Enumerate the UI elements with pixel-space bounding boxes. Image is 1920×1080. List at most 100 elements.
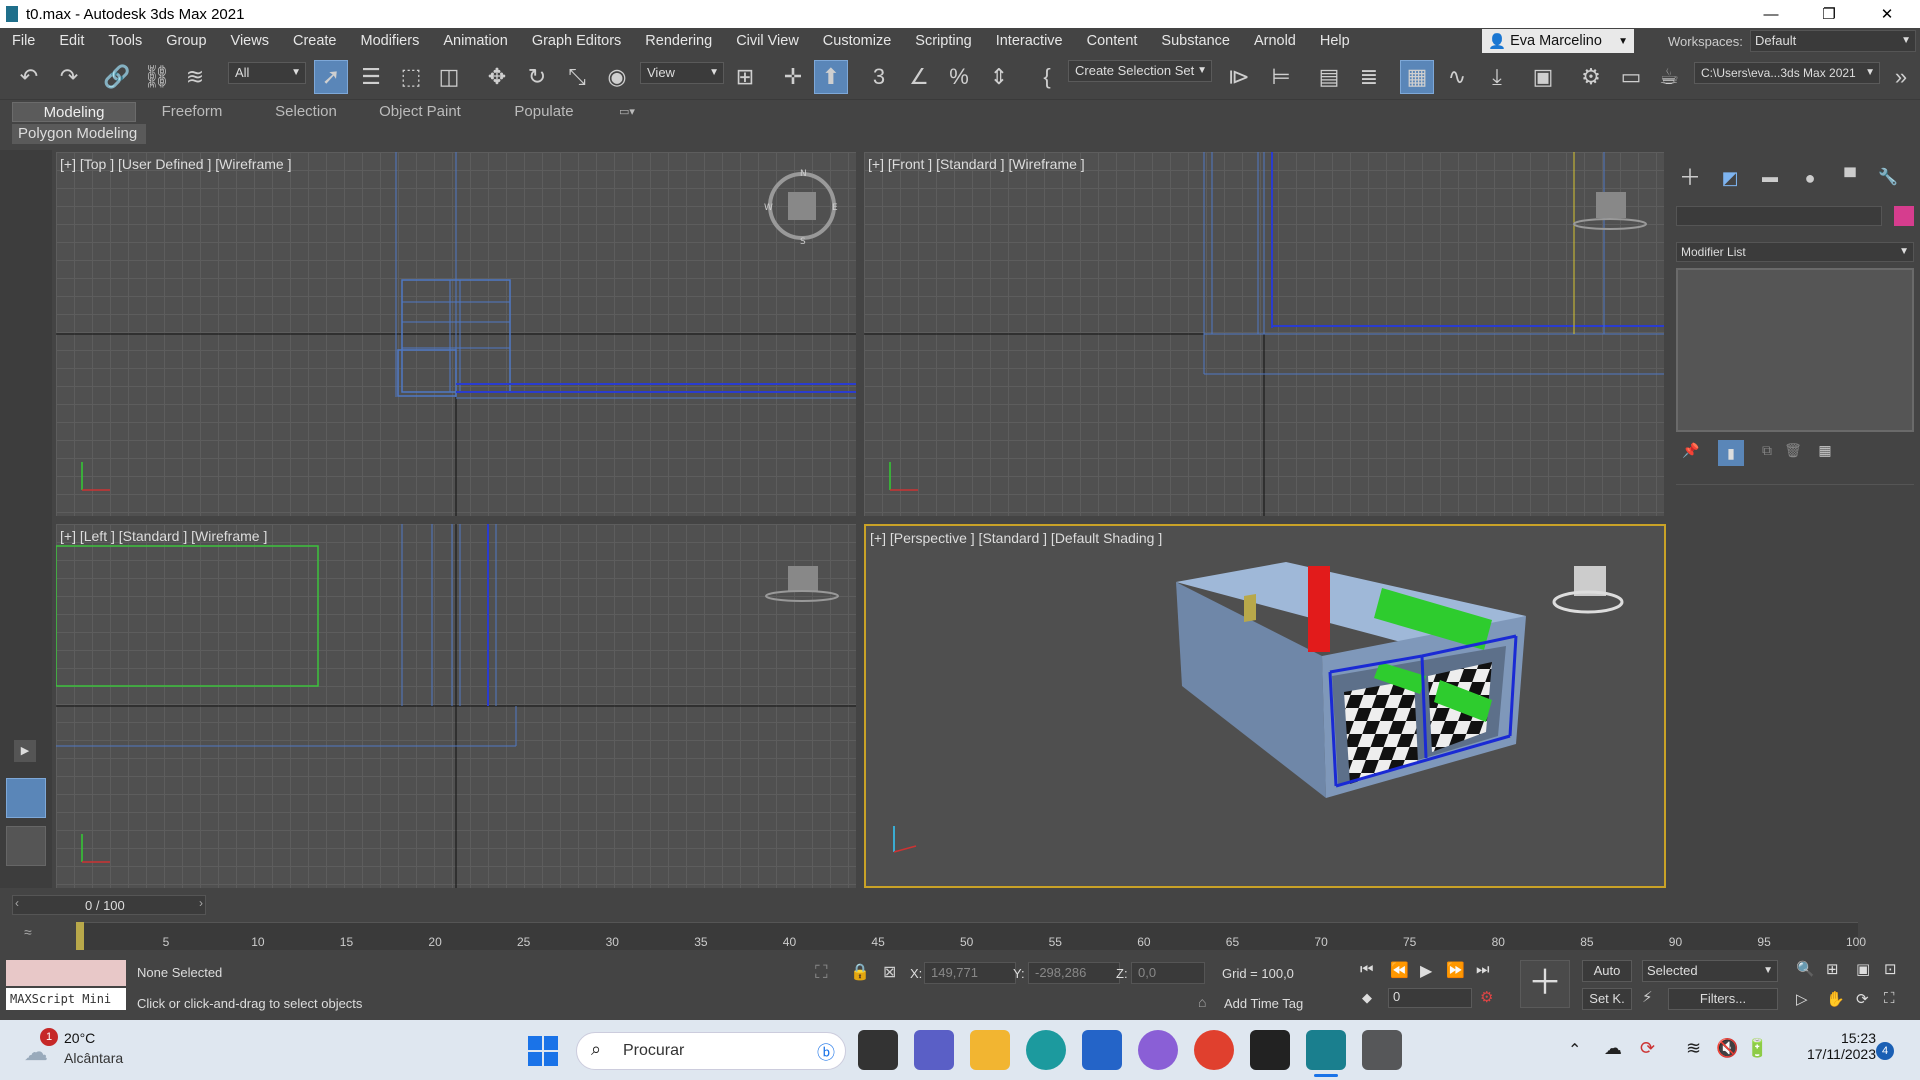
scale-icon[interactable]: ⤡ [560,60,594,94]
menu-rendering[interactable]: Rendering [633,28,724,54]
menu-interactive[interactable]: Interactive [984,28,1075,54]
rotate-icon[interactable]: ↻ [520,60,554,94]
selection-filter-dropdown[interactable]: All ▼ [228,62,306,84]
make-unique-icon[interactable]: ⧉ [1756,442,1778,464]
taskbar-search[interactable]: ⌕ Procurar ⓑ [576,1032,846,1070]
polygon-modeling-panel[interactable]: Polygon Modeling [12,124,146,144]
tab-object-paint[interactable]: Object Paint [364,102,476,122]
start-button[interactable] [528,1036,558,1066]
time-slider[interactable]: ‹ 0 / 100 › [12,895,206,915]
pan-icon[interactable]: ✋ [1826,990,1845,1008]
menu-help[interactable]: Help [1308,28,1362,54]
align-icon[interactable]: ⊨ [1264,60,1298,94]
next-frame-icon[interactable]: ⏩ [1446,961,1465,979]
rectangular-selection-icon[interactable]: ⬚ [394,60,428,94]
chrome-icon[interactable] [1194,1030,1234,1070]
window-crossing-icon[interactable]: ◫ [432,60,466,94]
viewport-layout-single-icon[interactable] [6,826,46,866]
time-slider-next-icon[interactable]: › [199,896,203,910]
render-production-icon[interactable]: ☕ [1652,60,1686,94]
minimize-button[interactable]: — [1742,0,1800,28]
utilities-tab-icon[interactable]: 🔧 [1874,164,1902,192]
curve-editor-mini-icon[interactable]: ≈ [24,924,32,940]
auto-key-button[interactable]: Auto [1582,960,1632,982]
sync-icon[interactable]: ⟳ [1640,1038,1655,1059]
x-coord-field[interactable]: 149,771 [924,962,1016,984]
show-end-result-icon[interactable]: ▮ [1718,440,1744,466]
menu-tools[interactable]: Tools [96,28,154,54]
percent-snap-icon[interactable]: % [942,60,976,94]
menu-modifiers[interactable]: Modifiers [349,28,432,54]
create-tab-icon[interactable]: ＋ [1676,164,1704,192]
edge-browser-icon[interactable] [1026,1030,1066,1070]
project-path-dropdown[interactable]: C:\Users\eva...3ds Max 2021 ▼ [1694,62,1880,84]
viewport-perspective[interactable]: [+] [Perspective ] [Standard ] [Default … [864,524,1666,888]
maximize-viewport-icon[interactable]: ⛶ [1884,990,1895,1007]
mirror-icon[interactable]: ⧐ [1222,60,1256,94]
motion-tab-icon[interactable]: ● [1796,164,1824,192]
curve-editor-icon[interactable]: ∿ [1440,60,1474,94]
viewport-front[interactable]: [+] [Front ] [Standard ] [Wireframe ] [864,152,1664,516]
z-coord-field[interactable]: 0,0 [1131,962,1205,984]
bind-space-warp-icon[interactable]: ≋ [178,60,212,94]
tab-selection[interactable]: Selection [248,102,364,122]
absolute-mode-icon[interactable]: ⊠ [883,962,896,982]
menu-edit[interactable]: Edit [47,28,96,54]
modify-tab-icon[interactable]: ◩ [1716,164,1744,192]
render-setup-icon[interactable]: ⚙ [1574,60,1608,94]
workspace-dropdown[interactable]: Default ▼ [1750,30,1916,52]
keyboard-shortcut-override-icon[interactable]: ⬆ [814,60,848,94]
display-tab-icon[interactable]: ▀ [1836,164,1864,192]
battery-icon[interactable]: 🔋 [1746,1038,1768,1059]
material-editor-icon[interactable]: ▣ [1526,60,1560,94]
file-explorer-icon[interactable] [970,1030,1010,1070]
calculator-icon[interactable] [1362,1030,1402,1070]
configure-modifier-sets-icon[interactable]: ▦ [1814,442,1836,464]
set-key-big-icon[interactable]: ＋ [1520,960,1570,1008]
orbit-icon[interactable]: ⟳ [1856,990,1869,1008]
toolbar-overflow-icon[interactable]: » [1884,60,1918,94]
previous-frame-icon[interactable]: ⏪ [1390,961,1409,979]
select-manipulate-icon[interactable]: ✛ [776,60,810,94]
weather-widget[interactable]: ☁ 1 20°C Alcântara [20,1028,140,1070]
menu-views[interactable]: Views [219,28,281,54]
clock[interactable]: 15:23 17/11/2023 [1786,1030,1876,1070]
teams-chat-icon[interactable] [914,1030,954,1070]
select-by-name-icon[interactable]: ☰ [354,60,388,94]
menu-customize[interactable]: Customize [811,28,904,54]
onedrive-icon[interactable]: ☁ [1604,1038,1622,1059]
reference-coordinate-dropdown[interactable]: View ▼ [640,62,724,84]
time-configuration-icon[interactable]: ⚙ [1480,988,1493,1006]
rendered-frame-window-icon[interactable]: ▭ [1614,60,1648,94]
go-to-end-icon[interactable]: ⏭ [1476,961,1490,978]
viewport-left[interactable]: [+] [Left ] [Standard ] [Wireframe ] [56,524,856,888]
scene-explorer-icon[interactable]: ▤ [1312,60,1346,94]
time-marker[interactable] [76,922,84,950]
maxscript-mini-input[interactable]: MAXScript Mini [6,988,126,1010]
zoom-extents-icon[interactable]: ▣ [1856,960,1870,978]
selection-lock-icon[interactable]: 🔒 [850,962,870,982]
add-time-tag-button[interactable]: Add Time Tag [1224,996,1303,1011]
viewport-layout-four-icon[interactable] [6,778,46,818]
default-in-out-tangents-icon[interactable]: ⚡ [1642,988,1653,1006]
isolate-selection-icon[interactable]: ⛶ [815,962,828,983]
field-of-view-icon[interactable]: ▷ [1796,990,1808,1008]
3ds-max-taskbar-icon[interactable] [1306,1030,1346,1070]
time-slider-prev-icon[interactable]: ‹ [15,896,19,910]
pin-stack-icon[interactable]: 📌 [1680,442,1702,464]
viewport-top[interactable]: [+] [Top ] [User Defined ] [Wireframe ] … [56,152,856,516]
y-coord-field[interactable]: -298,286 [1028,962,1120,984]
menu-graph-editors[interactable]: Graph Editors [520,28,633,54]
menu-file[interactable]: File [0,28,47,54]
play-icon[interactable]: ▶ [1420,961,1432,981]
modifier-stack[interactable] [1676,268,1914,432]
tab-freeform[interactable]: Freeform [136,102,248,122]
spinner-snap-icon[interactable]: ⇕ [982,60,1016,94]
select-object-icon[interactable]: ➚ [314,60,348,94]
unlink-icon[interactable]: ⛓ [140,60,174,94]
ribbon-toggle-icon[interactable]: ▦ [1400,60,1434,94]
ribbon-options-icon[interactable]: ▭▾ [612,102,642,122]
key-filters-button[interactable]: Filters... [1668,988,1778,1010]
zoom-all-icon[interactable]: ⊞ [1826,960,1839,978]
edit-named-selection-icon[interactable]: { [1030,60,1064,94]
